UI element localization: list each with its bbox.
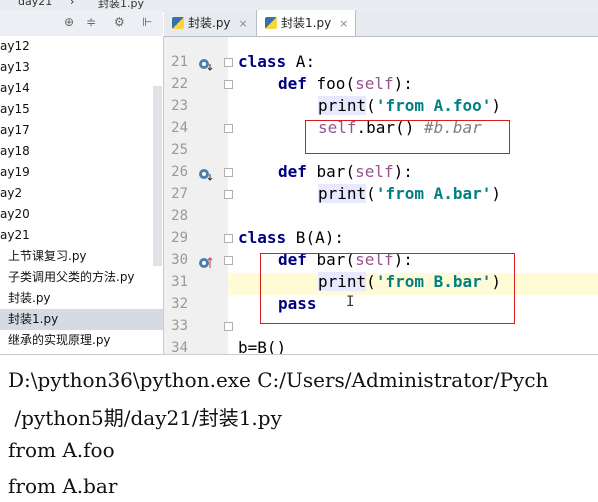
expand-icon[interactable]: ≑ [86, 15, 96, 29]
tree-folder-day18[interactable]: ay18 [0, 141, 163, 162]
code-line-23: print('from A.foo') [318, 96, 502, 115]
line-number: 28 [171, 208, 188, 224]
code-line-22: def foo(self): [278, 74, 413, 93]
highlight-box-self-bar [305, 120, 510, 154]
tree-folder-day20[interactable]: ay20 [0, 204, 163, 225]
fold-icon[interactable] [224, 234, 233, 243]
console-command: D:\python36\python.exe C:/Users/Administ… [8, 368, 549, 392]
tree-folder-day17[interactable]: ay17 [0, 120, 163, 141]
code-line-27: print('from A.bar') [318, 184, 502, 203]
tree-file[interactable]: 上节课复习.py [0, 246, 163, 267]
fold-icon[interactable] [224, 168, 233, 177]
line-number: 22 [171, 76, 188, 92]
fold-icon[interactable] [224, 190, 233, 199]
python-file-icon [265, 17, 277, 29]
close-icon[interactable]: × [239, 17, 248, 30]
close-icon[interactable]: × [339, 17, 348, 30]
console-output-line: from A.bar [8, 474, 118, 498]
project-scrollbar[interactable] [153, 86, 162, 266]
line-number: 33 [171, 318, 188, 334]
highlight-box-b-bar [260, 253, 515, 324]
tree-folder-day21[interactable]: ay21 [0, 225, 163, 246]
line-number: 34 [171, 340, 188, 354]
fold-icon[interactable] [224, 256, 233, 265]
tree-folder-day14[interactable]: ay14 [0, 78, 163, 99]
console-output-line: from A.foo [8, 438, 115, 462]
overrides-method-icon[interactable] [198, 58, 214, 72]
tree-folder-day19[interactable]: ay19 [0, 162, 163, 183]
tree-folder-day15[interactable]: ay15 [0, 99, 163, 120]
fold-icon[interactable] [224, 80, 233, 89]
fold-icon[interactable] [224, 58, 233, 67]
pin-icon[interactable]: ⊩ [142, 15, 152, 29]
line-number: 23 [171, 98, 188, 114]
gear-icon[interactable]: ⚙ [114, 15, 125, 29]
code-line-26: def bar(self): [278, 162, 413, 181]
editor-tabs: 封装.py × 封装1.py × [164, 10, 598, 37]
tree-folder-day13[interactable]: ay13 [0, 57, 163, 78]
run-console[interactable]: D:\python36\python.exe C:/Users/Administ… [0, 354, 598, 502]
tab-fengzhuang1[interactable]: 封装1.py × [256, 10, 356, 36]
code-line-29: class B(A): [238, 228, 344, 247]
tab-label: 封装.py [188, 16, 231, 30]
line-number: 31 [171, 274, 188, 290]
tree-file[interactable]: 子类调用父类的方法.py [0, 267, 163, 288]
project-toolbar: ⊕ ≑ ⚙ ⊩ [0, 10, 163, 37]
code-editor[interactable]: 20 21 22 23 24 25 26 27 28 29 30 31 32 3… [164, 37, 598, 354]
line-number: 26 [171, 164, 188, 180]
tab-fengzhuang[interactable]: 封装.py × [164, 10, 254, 36]
line-number: 27 [171, 186, 188, 202]
line-number: 29 [171, 230, 188, 246]
breadcrumb-separator: › [70, 0, 75, 8]
fold-icon[interactable] [224, 124, 233, 133]
code-line-34: b=B() [238, 338, 287, 354]
line-number: 20 [164, 37, 188, 41]
overriding-method-icon[interactable] [198, 256, 214, 270]
code-line-21: class A: [238, 52, 316, 71]
breadcrumb-folder[interactable]: day21 [18, 0, 52, 8]
line-number: 24 [171, 120, 188, 136]
collapse-icon[interactable]: ⊕ [64, 15, 74, 29]
overridden-method-icon[interactable] [198, 168, 214, 182]
line-number: 30 [171, 252, 188, 268]
tab-label: 封装1.py [281, 16, 332, 30]
tree-file[interactable]: 封装.py [0, 288, 163, 309]
project-tree: ay12 ay13 ay14 ay15 ay17 ay18 ay19 ay2 a… [0, 36, 164, 354]
python-file-icon [172, 17, 184, 29]
tree-folder-day12[interactable]: ay12 [0, 36, 163, 57]
fold-icon[interactable] [224, 322, 233, 331]
console-command-path: /python5期/day21/封装1.py [8, 406, 282, 430]
tree-folder-day2[interactable]: ay2 [0, 183, 163, 204]
line-number: 32 [171, 296, 188, 312]
tree-file[interactable]: 继承的实现原理.py [0, 330, 163, 351]
tree-file-selected[interactable]: 封装1.py [0, 309, 163, 330]
line-number: 21 [171, 54, 188, 70]
line-number: 25 [171, 142, 188, 158]
